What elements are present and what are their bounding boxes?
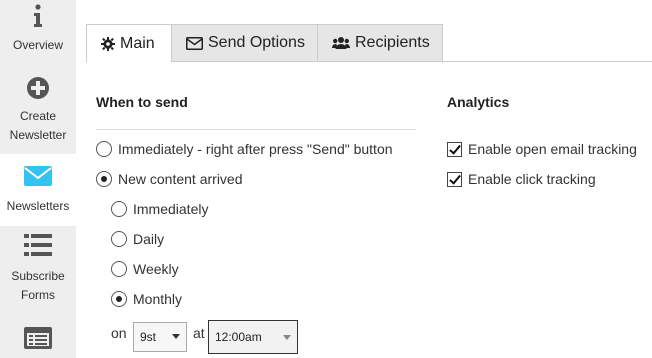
sidebar-item-label: Create Newsletter <box>9 109 67 142</box>
radio-indicator[interactable] <box>96 171 112 187</box>
tab-bar: Main Send Options Recipients <box>86 24 652 63</box>
day-select-value: 9st <box>140 330 157 344</box>
tab-label: Recipients <box>355 34 430 51</box>
gear-icon <box>101 36 115 51</box>
open-tracking-checkbox[interactable]: Enable open email tracking <box>447 139 637 159</box>
info-icon <box>0 4 76 34</box>
radio-indicator[interactable] <box>96 141 112 157</box>
frequency-daily-radio[interactable]: Daily <box>111 229 164 249</box>
divider <box>96 129 416 130</box>
tab-main[interactable]: Main <box>86 24 172 63</box>
tab-label: Send Options <box>208 34 305 51</box>
radio-label: Monthly <box>133 291 183 307</box>
chevron-down-icon <box>172 334 180 339</box>
checkbox-indicator[interactable] <box>447 171 462 187</box>
radio-indicator[interactable] <box>111 261 127 277</box>
at-label: at <box>193 325 205 341</box>
users-icon <box>332 36 350 50</box>
sidebar-item-create-newsletter[interactable]: Create Newsletter <box>0 70 76 146</box>
radio-label: New content arrived <box>118 171 243 187</box>
sidebar-item-label: Subscribe Forms <box>11 269 65 302</box>
tab-send-options[interactable]: Send Options <box>171 24 318 62</box>
sidebar-item-label: Overview <box>12 38 63 52</box>
sidebar-item-subscribe-forms[interactable]: Subscribe Forms <box>0 226 76 312</box>
radio-indicator[interactable] <box>111 291 127 307</box>
analytics-heading: Analytics <box>447 94 510 110</box>
radio-label: Immediately <box>133 201 209 217</box>
radio-indicator[interactable] <box>111 201 127 217</box>
envelope-icon <box>0 166 76 192</box>
checkbox-indicator[interactable] <box>447 141 462 157</box>
sidebar-item-label: Newsletters <box>6 199 70 213</box>
day-select[interactable]: 9st <box>133 322 187 352</box>
plus-circle-icon <box>0 76 76 106</box>
sidebar-item-newsletters[interactable]: Newsletters <box>0 154 76 226</box>
radio-label: Weekly <box>133 261 179 277</box>
radio-label: Daily <box>133 231 165 247</box>
chevron-down-icon <box>283 335 291 340</box>
time-select-value: 12:00am <box>215 330 262 344</box>
tab-label: Main <box>120 34 155 52</box>
on-label: on <box>111 325 127 341</box>
new-content-arrived-radio[interactable]: New content arrived <box>96 169 243 189</box>
sidebar-item-overview[interactable]: Overview <box>0 0 76 64</box>
send-immediately-radio[interactable]: Immediately - right after press "Send" b… <box>96 139 393 159</box>
tab-recipients[interactable]: Recipients <box>317 24 443 62</box>
frequency-immediately-radio[interactable]: Immediately <box>111 199 208 219</box>
time-select[interactable]: 12:00am <box>208 320 298 354</box>
frequency-monthly-radio[interactable]: Monthly <box>111 289 182 309</box>
checkbox-label: Enable click tracking <box>468 171 596 187</box>
envelope-outline-icon <box>186 36 203 50</box>
radio-indicator[interactable] <box>111 231 127 247</box>
click-tracking-checkbox[interactable]: Enable click tracking <box>447 169 596 189</box>
sidebar: Overview Create Newsletter Newsletters S… <box>0 0 76 358</box>
form-icon <box>0 327 76 355</box>
sidebar-item-form[interactable] <box>0 318 76 358</box>
radio-label: Immediately - right after press "Send" b… <box>118 141 393 157</box>
list-icon <box>0 233 76 263</box>
when-to-send-heading: When to send <box>96 94 188 110</box>
frequency-weekly-radio[interactable]: Weekly <box>111 259 179 279</box>
checkbox-label: Enable open email tracking <box>468 141 637 157</box>
